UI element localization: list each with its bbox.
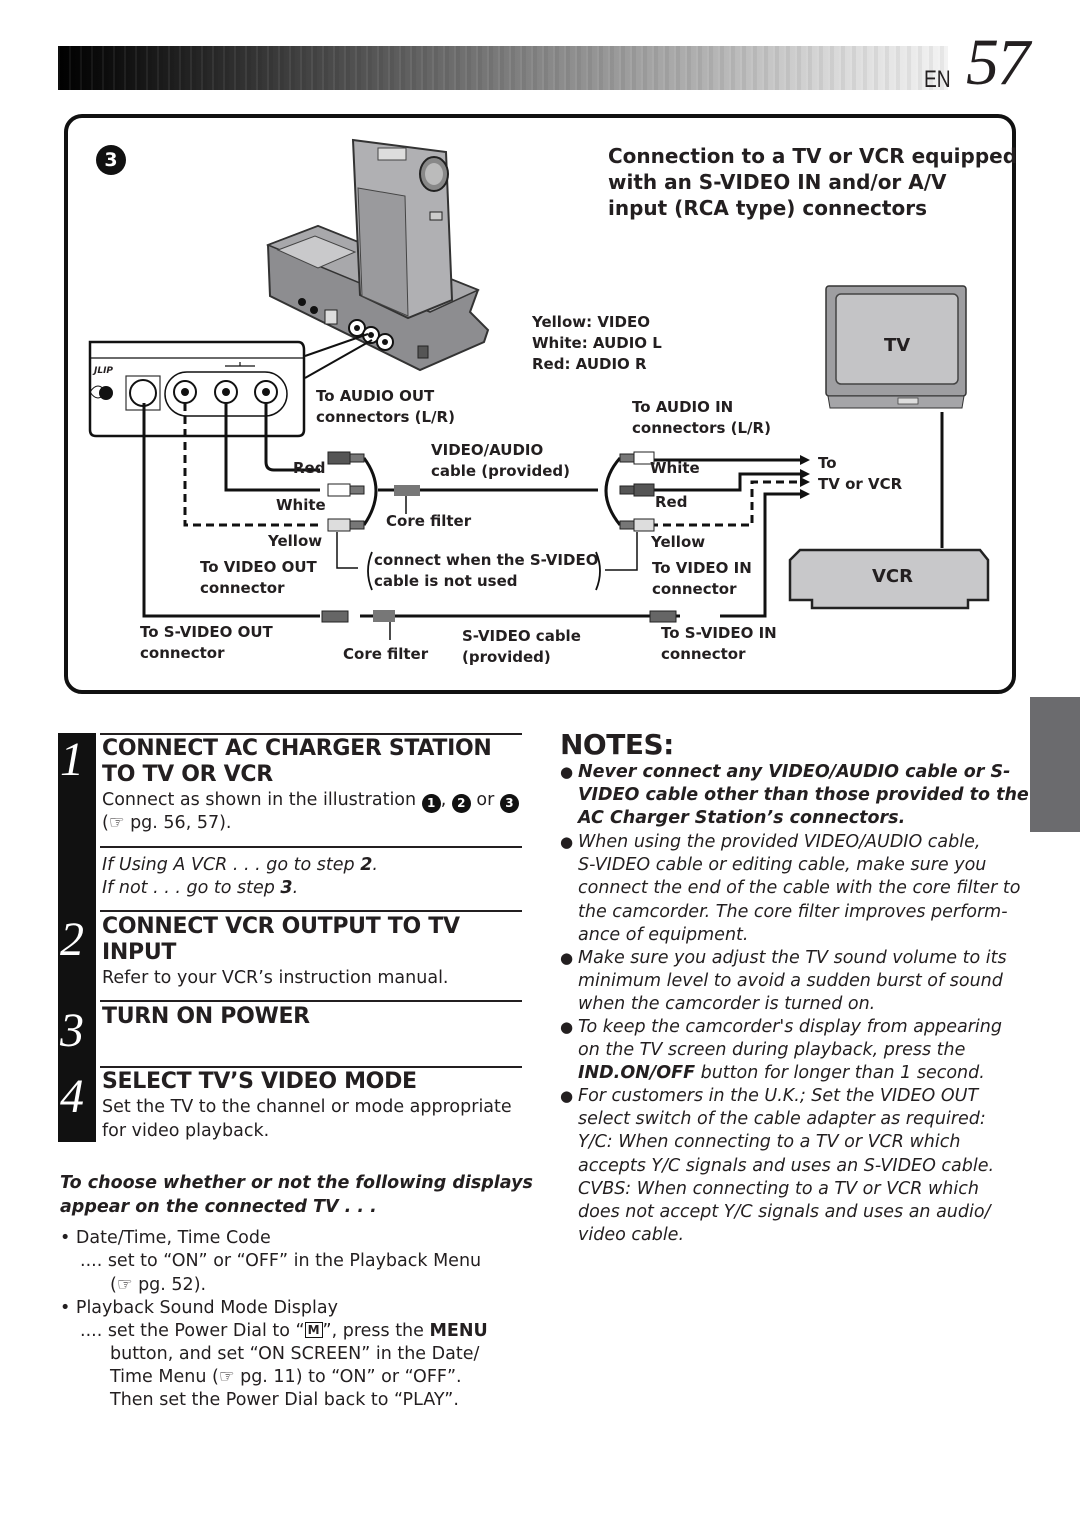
note-item: ● For customers in the U.K.; Set the VIDE… (560, 1086, 995, 1246)
step-1-page-ref: (☞ pg. 56, 57). (102, 813, 232, 833)
label-av-cable: VIDEO/AUDIO cable (provided) (431, 441, 571, 480)
label-connect-note: connect when the S-VIDEO cable is not us… (374, 551, 599, 590)
step-2-number: 2 (60, 913, 84, 966)
display-option-2: • Playback Sound Mode Display (60, 1298, 338, 1318)
core-filter-av-icon (394, 485, 420, 496)
label-core-filter-svideo: Core filter (343, 645, 429, 663)
note-item: ● To keep the camcorder's display from ap… (560, 1017, 1002, 1084)
display-option-1-ref: (☞ pg. 52). (110, 1275, 207, 1295)
label-svideo-cable: S-VIDEO cable (provided) (462, 627, 581, 666)
step-1-body: Connect as shown in the illustration 1, … (102, 789, 519, 813)
step-1-rule (100, 733, 522, 735)
label-right-red: Red (655, 493, 688, 511)
label-right-white: White (650, 459, 700, 477)
label-audio-out: To AUDIO OUT connectors (L/R) (316, 387, 455, 426)
svideo-plug-left-icon (321, 610, 349, 623)
step-1-number: 1 (60, 733, 84, 786)
step-1-heading: CONNECT AC CHARGER STATION TO TV OR VCR (102, 736, 492, 787)
display-option-1-detail: .... set to “ON” or “OFF” in the Playbac… (80, 1251, 482, 1271)
illustration-ref-1-icon: 1 (421, 794, 441, 813)
display-option-2-detail: .... set the Power Dial to “M”, press th… (80, 1321, 488, 1341)
step-1-branch-no-vcr: If not . . . go to step 3. (102, 878, 299, 898)
label-svideo-in: To S-VIDEO IN connector (661, 624, 777, 663)
step-2-rule (100, 910, 522, 912)
jlip-jack-icon (99, 386, 113, 400)
display-option-1: • Date/Time, Time Code (60, 1228, 271, 1248)
label-left-red: Red (293, 459, 326, 477)
step-1-branch-vcr: If Using A VCR . . . go to step 2. (102, 855, 378, 875)
step-2-body: Refer to your VCR’s instruction manual. (102, 968, 449, 988)
label-video-out: To VIDEO OUT connector (200, 558, 317, 597)
section-side-tab (1030, 697, 1080, 832)
color-key-red: Red: AUDIO R (532, 355, 647, 373)
svideo-plug-right-icon (649, 610, 677, 623)
jlip-label: JLIP (94, 366, 114, 376)
display-option-2-detail-4: Then set the Power Dial back to “PLAY”. (110, 1390, 459, 1410)
note-item: ● Never connect any VIDEO/AUDIO cable or … (560, 762, 1029, 829)
note-item: ● When using the provided VIDEO/AUDIO cab… (560, 832, 1021, 945)
note-item: ● Make sure you adjust the TV sound volum… (560, 948, 1007, 1015)
illustration-ref-2-icon: 2 (451, 794, 471, 813)
label-video-in: To VIDEO IN connector (652, 559, 752, 598)
tv-label: TV (884, 335, 911, 356)
label-left-white: White (276, 496, 326, 514)
notes-title: NOTES: (560, 728, 674, 761)
step-3-number: 3 (60, 1004, 84, 1057)
step-4-heading: SELECT TV’S VIDEO MODE (102, 1069, 417, 1094)
rca-plugs-left (327, 451, 365, 532)
vcr-label: VCR (872, 566, 914, 587)
color-key-white: White: AUDIO L (532, 334, 662, 352)
display-option-2-detail-2: button, and set “ON SCREEN” in the Date/ (110, 1344, 480, 1364)
color-key-yellow: Yellow: VIDEO (532, 313, 650, 331)
step-3-heading: TURN ON POWER (102, 1004, 310, 1029)
label-audio-in: To AUDIO IN connectors (L/R) (632, 398, 771, 437)
step-3-rule (100, 1000, 522, 1002)
core-filter-svideo-icon (373, 610, 395, 622)
label-left-yellow: Yellow (268, 532, 323, 550)
label-right-yellow: Yellow (651, 533, 706, 551)
step-4-body: Set the TV to the channel or mode approp… (102, 1097, 512, 1141)
step-4-number: 4 (60, 1070, 84, 1123)
rca-plugs-right (619, 451, 655, 532)
display-option-2-detail-3: Time Menu (☞ pg. 11) to “ON” or “OFF”. (110, 1367, 462, 1387)
step-2-heading: CONNECT VCR OUTPUT TO TV INPUT (102, 914, 460, 965)
display-options-intro: To choose whether or not the following d… (60, 1173, 533, 1217)
illustration-ref-3-icon: 3 (499, 794, 519, 813)
camcorder-icon (351, 138, 454, 320)
label-svideo-out: To S-VIDEO OUT connector (140, 623, 273, 662)
step-4-rule (100, 1066, 522, 1068)
step-1-sub-rule (100, 846, 522, 848)
label-core-filter-av: Core filter (386, 512, 472, 530)
label-to-tv-or-vcr: To TV or VCR (818, 454, 903, 493)
power-dial-m-icon: M (304, 1322, 323, 1338)
